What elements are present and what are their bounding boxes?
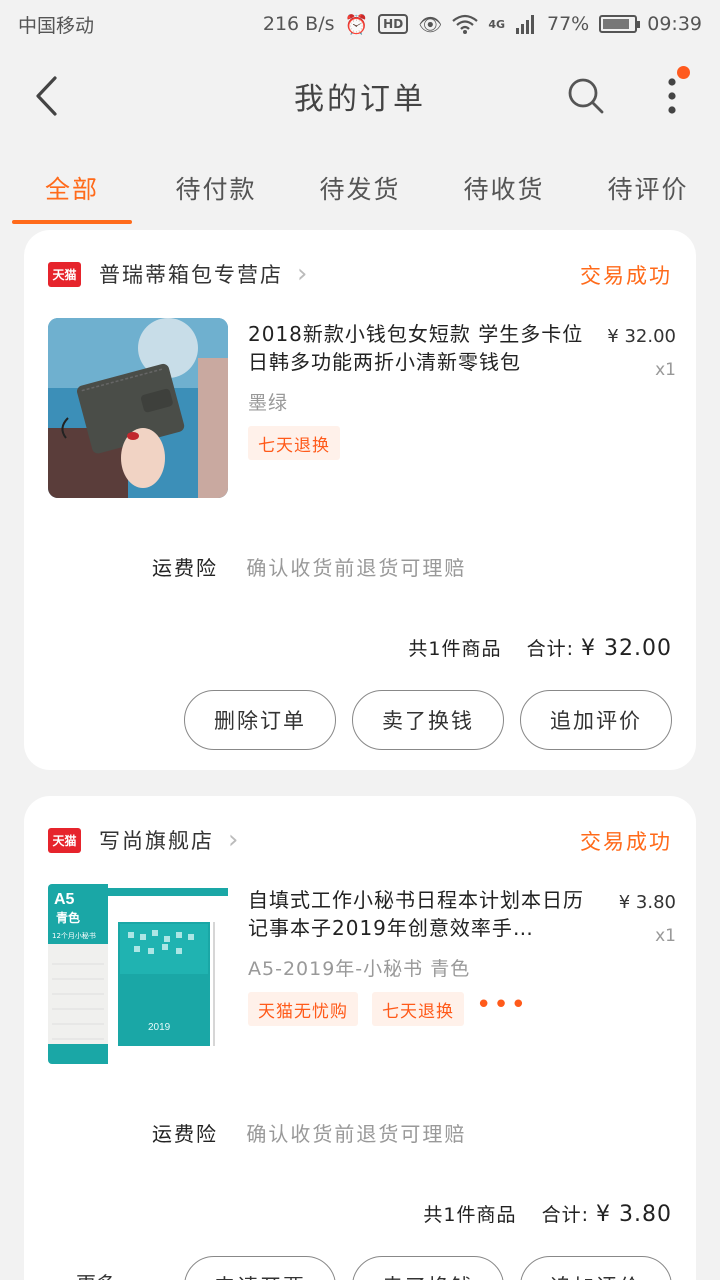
insurance-label: 运费险 [152,1122,218,1146]
shop-name[interactable]: 写尚旗舰店 [99,825,214,855]
wifi-icon [452,14,479,34]
resell-button[interactable]: 卖了换钱 [352,690,504,750]
more-tags-icon[interactable]: ••• [476,990,528,1020]
order-status: 交易成功 [580,830,672,854]
battery-percent: 77% [547,13,590,35]
status-icons: 216 B/s ⏰ HD 👁 4G 77% 09:39 [263,13,702,36]
search-button[interactable] [562,72,610,120]
order-card[interactable]: 天猫 写尚旗舰店 › 交易成功 A5 青色 12个月小秘书 2019 自填式工作… [24,796,696,1280]
insurance-text: 确认收货前退货可理赔 [246,1122,467,1146]
service-tag: 天猫无忧购 [248,992,358,1026]
thumb-caption-text: 12个月小秘书 [52,931,96,940]
total-amount: ¥ 3.80 [596,1202,672,1227]
shop-header[interactable]: 天猫 普瑞蒂箱包专营店 › 交易成功 [48,254,672,294]
order-tabs: 全部 待付款 待发货 待收货 待评价 [0,150,720,226]
more-menu-button[interactable] [650,66,694,124]
total-label: 合计: [541,1204,589,1226]
tmall-logo: 天猫 [48,261,81,287]
product-image[interactable] [48,318,228,498]
total-label: 合计: [526,638,574,660]
network-speed: 216 B/s [262,13,335,35]
eye-icon: 👁 [418,13,443,36]
delete-order-button[interactable]: 删除订单 [184,690,336,750]
product-price: ¥ 3.80 [618,892,676,913]
page-title: 我的订单 [294,82,426,117]
product-price: ¥ 32.00 [607,326,676,347]
carrier-label: 中国移动 [18,14,95,37]
alarm-icon: ⏰ [344,13,369,36]
item-count: 共1件商品 [423,1204,517,1226]
more-vertical-icon [668,78,676,114]
signal-icon [516,15,534,34]
product-title[interactable]: 2018新款小钱包女短款 学生多卡位日韩多功能两折小清新零钱包 [248,320,588,376]
service-tag: 七天退换 [248,426,340,460]
total-amount: ¥ 32.00 [581,636,672,661]
shipping-insurance: 运费险 确认收货前退货可理赔 [152,552,466,581]
battery-icon [599,15,641,33]
product-quantity: x1 [655,926,676,946]
order-actions: 删除订单 卖了换钱 追加评价 [184,690,672,750]
product-sku: 墨绿 [248,392,289,414]
product-title[interactable]: 自填式工作小秘书日程本计划本日历记事本子2019年创意效率手… [248,886,588,942]
order-card[interactable]: 天猫 普瑞蒂箱包专营店 › 交易成功 2018新款小钱包女短款 学生多卡位日韩多… [24,230,696,770]
tmall-logo: 天猫 [48,827,81,853]
hd-badge: HD [378,14,409,34]
add-review-button[interactable]: 追加评价 [520,1256,672,1280]
clock: 09:39 [647,13,702,35]
product-quantity: x1 [655,360,676,380]
shop-name[interactable]: 普瑞蒂箱包专营店 [99,259,283,289]
wallet-photo [48,318,228,498]
thumb-color-text: 青色 [56,910,80,925]
search-icon [568,78,604,114]
status-bar: 中国移动 216 B/s ⏰ HD 👁 4G 77% 09:39 [0,0,720,48]
notification-dot [677,66,690,79]
order-summary: 共1件商品 合计: ¥ 32.00 [408,634,672,661]
service-tag: 七天退换 [372,992,464,1026]
product-sku: A5-2019年-小秘书 青色 [248,958,471,980]
request-invoice-button[interactable]: 申请开票 [184,1256,336,1280]
insurance-text: 确认收货前退货可理赔 [246,556,467,580]
tab-pending-review[interactable]: 待评价 [576,150,720,226]
add-review-button[interactable]: 追加评价 [520,690,672,750]
planner-photo: A5 青色 12个月小秘书 2019 [48,884,228,1064]
network-type: 4G [488,17,505,31]
order-summary: 共1件商品 合计: ¥ 3.80 [423,1200,672,1227]
item-count: 共1件商品 [408,638,502,660]
insurance-label: 运费险 [152,556,218,580]
thumb-size-text: A5 [54,891,75,908]
shipping-insurance: 运费险 确认收货前退货可理赔 [152,1118,466,1147]
product-image[interactable]: A5 青色 12个月小秘书 2019 [48,884,228,1064]
app-header: 我的订单 [0,48,720,144]
resell-button[interactable]: 卖了换钱 [352,1256,504,1280]
more-actions-link[interactable]: 更多 [76,1268,116,1280]
tab-all[interactable]: 全部 [0,150,144,226]
order-actions: 申请开票 卖了换钱 追加评价 [184,1256,672,1280]
chevron-right-icon: › [228,825,239,855]
tab-pending-shipment[interactable]: 待发货 [288,150,432,226]
order-status: 交易成功 [580,264,672,288]
tab-pending-receipt[interactable]: 待收货 [432,150,576,226]
shop-header[interactable]: 天猫 写尚旗舰店 › 交易成功 [48,820,672,860]
tab-pending-payment[interactable]: 待付款 [144,150,288,226]
thumb-year-text: 2019 [148,1022,171,1033]
chevron-right-icon: › [297,259,308,289]
